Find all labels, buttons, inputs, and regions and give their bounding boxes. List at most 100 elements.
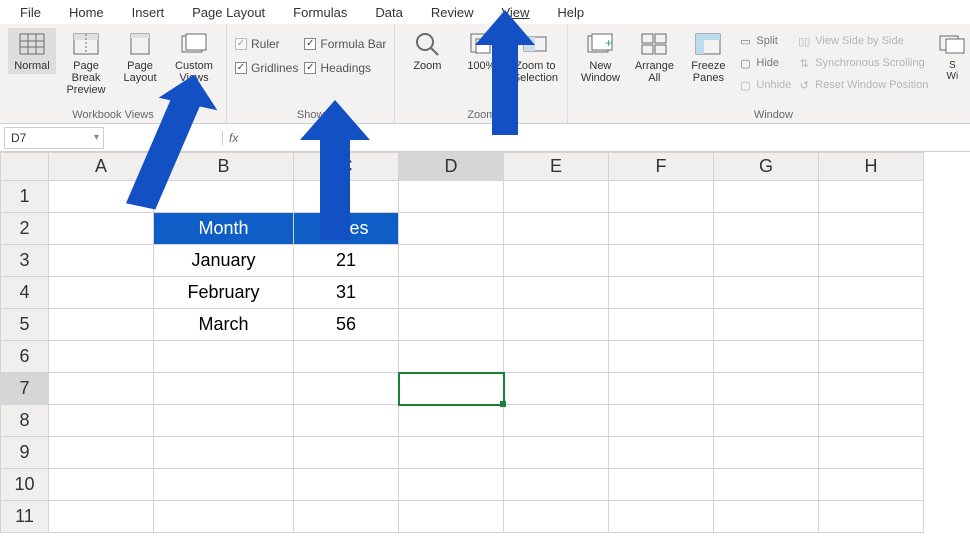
arrange-all-button[interactable]: Arrange All [630, 28, 678, 86]
select-all-corner[interactable] [1, 153, 49, 181]
cell[interactable] [154, 405, 294, 437]
row-header-10[interactable]: 10 [1, 469, 49, 501]
col-header-f[interactable]: F [609, 153, 714, 181]
cell-d7[interactable] [399, 373, 504, 405]
cell[interactable] [154, 341, 294, 373]
ruler-checkbox[interactable]: Ruler [235, 34, 298, 54]
freeze-panes-button[interactable]: Freeze Panes [684, 28, 732, 86]
row-header-3[interactable]: 3 [1, 245, 49, 277]
row-header-2[interactable]: 2 [1, 213, 49, 245]
cell-b5[interactable]: March [154, 309, 294, 341]
row-header-7[interactable]: 7 [1, 373, 49, 405]
cell[interactable] [504, 213, 609, 245]
cell[interactable] [154, 373, 294, 405]
cell[interactable] [609, 437, 714, 469]
cell-c5[interactable]: 56 [294, 309, 399, 341]
cell[interactable] [504, 277, 609, 309]
cell-c4[interactable]: 31 [294, 277, 399, 309]
cell[interactable] [504, 181, 609, 213]
cell[interactable] [294, 405, 399, 437]
name-box[interactable]: D7 [4, 127, 104, 149]
tab-help[interactable]: Help [543, 2, 598, 23]
cell[interactable] [399, 309, 504, 341]
formula-input[interactable] [244, 127, 970, 149]
cell[interactable] [154, 501, 294, 533]
cell-b3[interactable]: January [154, 245, 294, 277]
col-header-h[interactable]: H [819, 153, 924, 181]
tab-review[interactable]: Review [417, 2, 488, 23]
cell[interactable] [504, 405, 609, 437]
row-header-8[interactable]: 8 [1, 405, 49, 437]
col-header-b[interactable]: B [154, 153, 294, 181]
cell[interactable] [154, 181, 294, 213]
cell[interactable] [504, 245, 609, 277]
cell[interactable] [294, 469, 399, 501]
tab-insert[interactable]: Insert [118, 2, 179, 23]
cell[interactable] [399, 245, 504, 277]
cell[interactable] [714, 341, 819, 373]
cell[interactable] [819, 245, 924, 277]
tab-home[interactable]: Home [55, 2, 118, 23]
cell[interactable] [294, 181, 399, 213]
cell[interactable] [49, 405, 154, 437]
split-button[interactable]: ▭Split [738, 32, 791, 50]
zoom-button[interactable]: Zoom [403, 28, 451, 74]
tab-page-layout[interactable]: Page Layout [178, 2, 279, 23]
cell[interactable] [819, 341, 924, 373]
cell[interactable] [49, 373, 154, 405]
cell[interactable] [609, 309, 714, 341]
cell[interactable] [399, 437, 504, 469]
cell[interactable] [49, 245, 154, 277]
row-header-11[interactable]: 11 [1, 501, 49, 533]
cell[interactable] [49, 437, 154, 469]
cell[interactable] [819, 213, 924, 245]
cell[interactable] [714, 277, 819, 309]
cell[interactable] [154, 437, 294, 469]
cell[interactable] [504, 437, 609, 469]
cell[interactable] [609, 181, 714, 213]
cell-b2[interactable]: Month [154, 213, 294, 245]
col-header-c[interactable]: C [294, 153, 399, 181]
cell[interactable] [504, 309, 609, 341]
cell[interactable] [49, 181, 154, 213]
cell[interactable] [609, 245, 714, 277]
cell[interactable] [819, 181, 924, 213]
cell[interactable] [399, 277, 504, 309]
cell-c3[interactable]: 21 [294, 245, 399, 277]
cell[interactable] [609, 213, 714, 245]
cell[interactable] [714, 437, 819, 469]
normal-view-button[interactable]: Normal [8, 28, 56, 74]
cell[interactable] [49, 501, 154, 533]
cell[interactable] [399, 405, 504, 437]
switch-windows-button[interactable]: SWi [934, 28, 970, 84]
cell[interactable] [399, 469, 504, 501]
cell[interactable] [714, 213, 819, 245]
col-header-a[interactable]: A [49, 153, 154, 181]
cell[interactable] [49, 277, 154, 309]
cell[interactable] [504, 501, 609, 533]
cell[interactable] [399, 501, 504, 533]
cell[interactable] [609, 405, 714, 437]
cell[interactable] [49, 309, 154, 341]
col-header-e[interactable]: E [504, 153, 609, 181]
col-header-g[interactable]: G [714, 153, 819, 181]
custom-views-button[interactable]: Custom Views [170, 28, 218, 86]
cell[interactable] [49, 469, 154, 501]
cell[interactable] [819, 501, 924, 533]
row-header-4[interactable]: 4 [1, 277, 49, 309]
cell[interactable] [819, 437, 924, 469]
cell[interactable] [819, 405, 924, 437]
cell-b4[interactable]: February [154, 277, 294, 309]
cell[interactable] [609, 469, 714, 501]
row-header-5[interactable]: 5 [1, 309, 49, 341]
tab-data[interactable]: Data [361, 2, 416, 23]
cell-c2[interactable]: Sales [294, 213, 399, 245]
tab-view[interactable]: View [487, 2, 543, 23]
cell[interactable] [504, 373, 609, 405]
cell[interactable] [819, 277, 924, 309]
cell[interactable] [609, 341, 714, 373]
cell[interactable] [714, 245, 819, 277]
cell[interactable] [294, 437, 399, 469]
cell[interactable] [154, 469, 294, 501]
cell[interactable] [399, 181, 504, 213]
